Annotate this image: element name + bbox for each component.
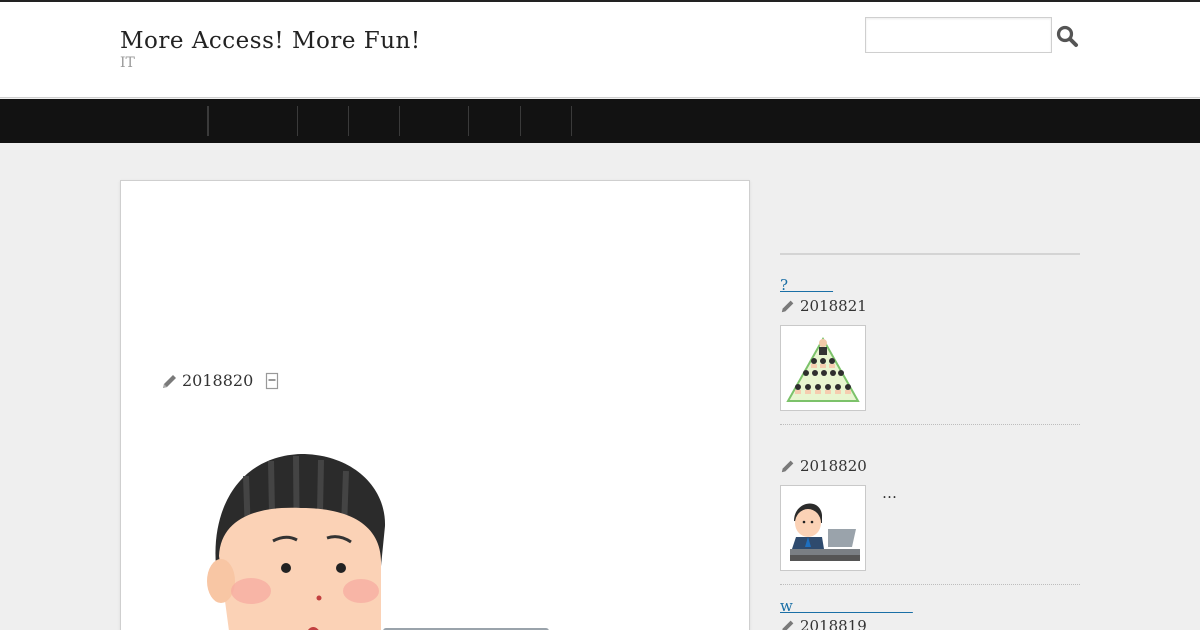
nav-item-3[interactable] bbox=[298, 106, 349, 136]
sidebar-post-thumbnail-2[interactable] bbox=[780, 485, 866, 571]
nav-item-1[interactable] bbox=[120, 106, 208, 136]
sidebar-post-date-text-3: 2018819 bbox=[800, 617, 867, 630]
pencil-icon bbox=[781, 460, 794, 473]
sidebar-post-date-2: 2018820 bbox=[780, 457, 867, 475]
pencil-icon bbox=[163, 374, 176, 388]
sidebar-divider bbox=[780, 584, 1080, 585]
sidebar-post-title-1[interactable]: ? bbox=[780, 274, 833, 295]
main-nav bbox=[0, 99, 1200, 143]
sidebar-post-date-text-2: 2018820 bbox=[800, 457, 867, 475]
sidebar-post-thumbnail-1[interactable] bbox=[780, 325, 866, 411]
nav-item-7[interactable] bbox=[521, 106, 572, 136]
pencil-icon bbox=[781, 300, 794, 313]
pencil-icon bbox=[782, 620, 794, 630]
sidebar-post-date-3: 2018819 bbox=[780, 617, 867, 630]
sidebar: ? 2018821 2018820 … w 2018819 bbox=[780, 180, 1080, 630]
sidebar-post-title-3[interactable]: w bbox=[780, 595, 913, 616]
hero-illustration bbox=[207, 454, 549, 630]
sidebar-post-date-text-1: 2018821 bbox=[800, 297, 867, 315]
nav-item-4[interactable] bbox=[349, 106, 400, 136]
category-icon[interactable] bbox=[265, 372, 279, 390]
post-meta: 2018820 bbox=[161, 371, 279, 390]
sidebar-post-date-1: 2018821 bbox=[780, 297, 867, 315]
search-icon bbox=[1056, 25, 1078, 47]
crowd-pyramid-image bbox=[786, 336, 860, 402]
search-button[interactable] bbox=[1055, 24, 1079, 48]
article-card: 2018820 bbox=[120, 180, 750, 630]
sidebar-post-excerpt-2: … bbox=[882, 484, 897, 502]
site-header: More Access! More Fun! IT bbox=[0, 2, 1200, 98]
nav-item-6[interactable] bbox=[469, 106, 521, 136]
post-date: 2018820 bbox=[182, 371, 254, 390]
sidebar-divider bbox=[780, 424, 1080, 425]
site-title[interactable]: More Access! More Fun! bbox=[120, 28, 421, 54]
nav-item-5[interactable] bbox=[400, 106, 469, 136]
worried-man-laptop-image bbox=[790, 503, 860, 561]
sidebar-rule bbox=[780, 253, 1080, 255]
search-input[interactable] bbox=[865, 17, 1052, 53]
site-description: IT bbox=[120, 55, 135, 71]
nav-item-2[interactable] bbox=[208, 106, 298, 136]
